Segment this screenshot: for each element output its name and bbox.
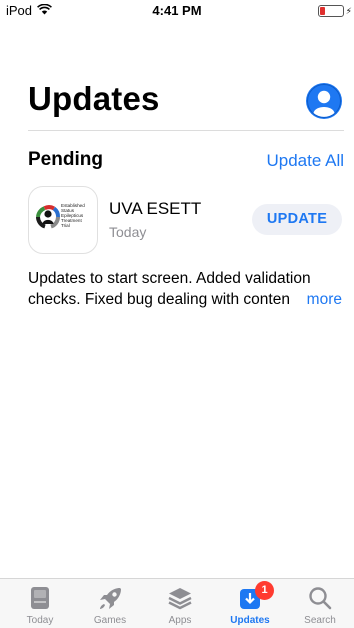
tab-label-today: Today [26, 615, 54, 626]
tab-label-search: Search [304, 615, 336, 626]
status-time: 4:41 PM [152, 3, 202, 18]
logo-text-5: Trial [61, 223, 70, 228]
tab-apps[interactable]: Apps [145, 579, 215, 628]
release-notes-line-1: Updates to start screen. Added validatio… [28, 270, 311, 287]
updates-badge: 1 [255, 581, 274, 600]
app-update-date: Today [109, 224, 147, 240]
header-divider [28, 130, 344, 131]
charging-icon: ⚡ [345, 5, 352, 16]
download-icon [215, 585, 285, 613]
battery-icon [317, 5, 344, 17]
search-icon [285, 585, 354, 613]
account-icon [307, 84, 341, 118]
layers-icon [145, 585, 215, 613]
tab-label-apps: Apps [168, 615, 192, 626]
update-button[interactable]: UPDATE [252, 204, 342, 235]
more-link[interactable]: more [288, 289, 342, 310]
today-icon [5, 585, 75, 613]
status-bar: iPod 4:41 PM ⚡ [0, 0, 354, 22]
tab-bar: Today Games Apps 1 Updates Search [0, 578, 354, 628]
tab-games[interactable]: Games [75, 579, 145, 628]
section-title-pending: Pending [28, 149, 103, 170]
update-all-button[interactable]: Update All [267, 151, 345, 171]
rocket-icon [75, 585, 145, 613]
tab-label-games: Games [93, 615, 127, 626]
status-right: ⚡ [317, 5, 352, 17]
app-store-updates-screen: iPod 4:41 PM ⚡ Updates Pending Update Al… [0, 0, 354, 628]
release-notes-line-2: checks. Fixed bug dealing with content [28, 291, 290, 308]
app-icon[interactable]: Established Status Epilepticus Treatment… [28, 186, 98, 254]
account-button[interactable] [306, 83, 342, 119]
tab-label-updates: Updates [230, 615, 270, 626]
page-title: Updates [28, 80, 160, 117]
app-name: UVA ESETT [109, 199, 202, 218]
release-notes-line-2-row: checks. Fixed bug dealing with content m… [28, 289, 346, 310]
release-notes: Updates to start screen. Added validatio… [28, 268, 346, 310]
esett-logo-icon: Established Status Epilepticus Treatment… [36, 203, 85, 229]
tab-updates[interactable]: 1 Updates [215, 579, 285, 628]
tab-today[interactable]: Today [5, 579, 75, 628]
tab-search[interactable]: Search [285, 579, 354, 628]
